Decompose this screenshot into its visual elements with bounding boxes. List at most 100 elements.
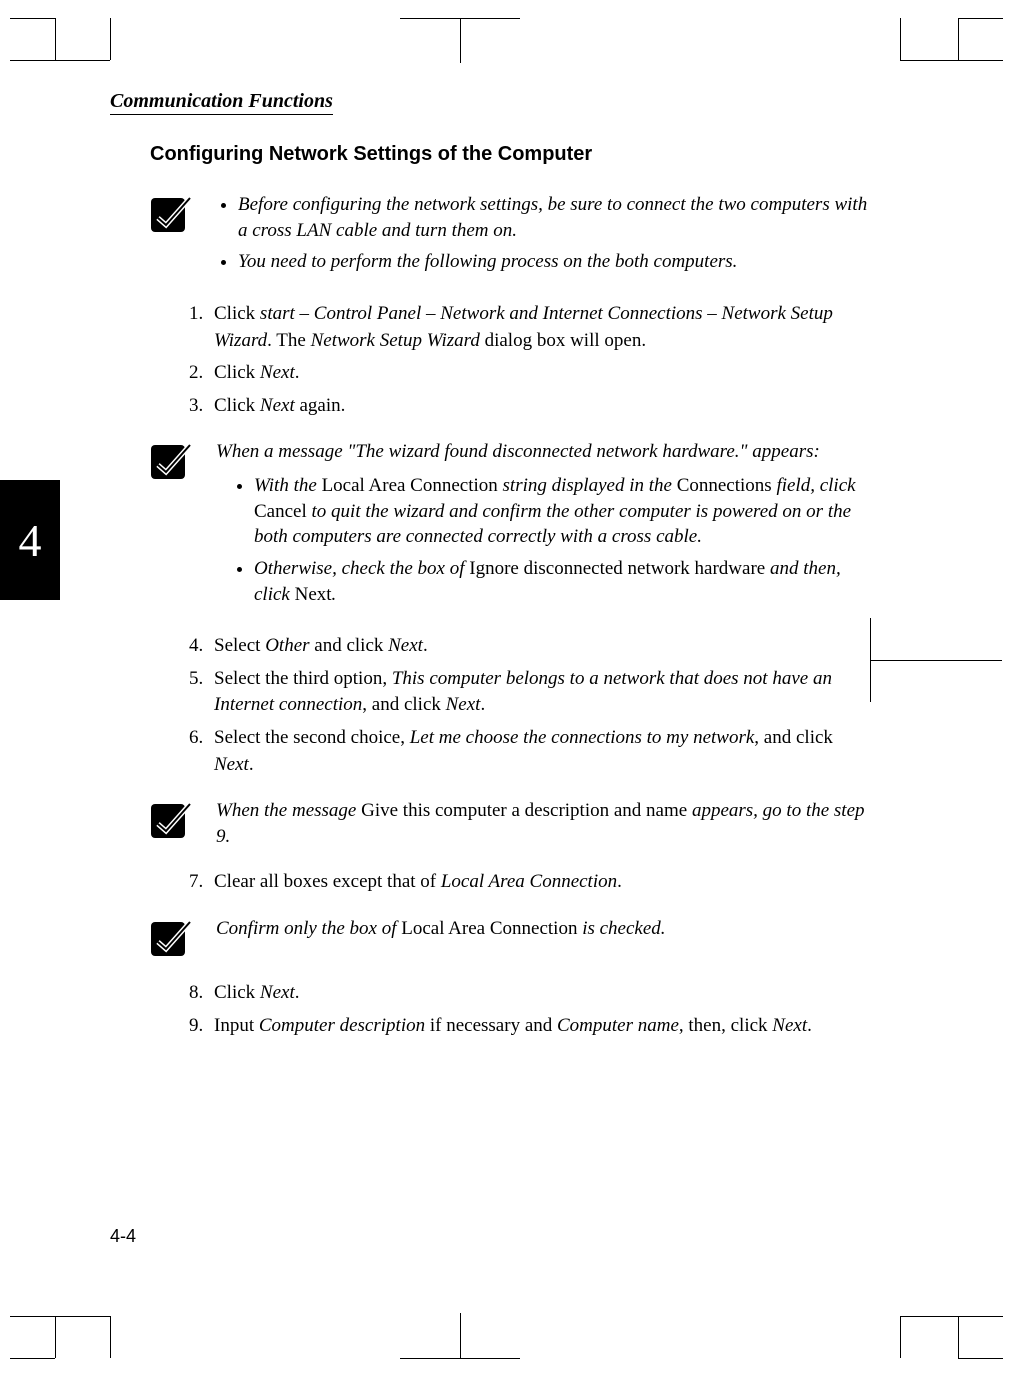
- crop-mark: [10, 1358, 55, 1359]
- crop-mark: [110, 18, 111, 60]
- note-bullet: You need to perform the following proces…: [238, 249, 870, 275]
- note-text: When a message "The wizard found disconn…: [216, 439, 870, 613]
- crop-mark: [900, 18, 901, 60]
- text-italic: Otherwise, check the box of: [254, 558, 469, 579]
- text: Click: [214, 362, 260, 383]
- check-note-icon: [150, 439, 194, 483]
- text: Click: [214, 303, 260, 324]
- chapter-tab: 4: [0, 480, 60, 600]
- crop-mark: [110, 1316, 111, 1358]
- crop-mark: [958, 1316, 959, 1358]
- note-block: When the message Give this computer a de…: [150, 798, 870, 849]
- note-block: When a message "The wizard found disconn…: [150, 439, 870, 613]
- text: Connections: [677, 475, 772, 496]
- text: .: [617, 871, 622, 892]
- text-italic: Next: [260, 982, 295, 1003]
- text-italic: Computer name: [557, 1015, 679, 1036]
- step-list: Click start – Control Panel – Network an…: [168, 301, 870, 419]
- note-text: Before configuring the network settings,…: [216, 192, 870, 281]
- text-italic: Next: [772, 1015, 807, 1036]
- text-italic: Other: [265, 635, 309, 656]
- text-italic: Next: [388, 635, 423, 656]
- crop-mark: [870, 660, 1002, 661]
- text: Ignore disconnected network hardware: [469, 558, 765, 579]
- text-italic: Next: [214, 754, 249, 775]
- crop-mark: [958, 18, 959, 60]
- note-intro: When a message "The wizard found disconn…: [216, 439, 870, 465]
- step-item: Click start – Control Panel – Network an…: [208, 301, 870, 354]
- text-italic: is checked.: [577, 918, 665, 939]
- text: and click: [310, 635, 389, 656]
- crop-mark: [10, 60, 110, 61]
- check-note-icon: [150, 916, 194, 960]
- text: , and click: [754, 727, 833, 748]
- page-number: 4-4: [110, 1226, 136, 1247]
- note-block: Before configuring the network settings,…: [150, 192, 870, 281]
- step-list: Select Other and click Next. Select the …: [168, 633, 870, 778]
- check-note-icon: [150, 798, 194, 842]
- step-item: Select Other and click Next.: [208, 633, 870, 660]
- page: 4 Communication Functions Configuring Ne…: [0, 0, 1013, 1377]
- crop-mark: [460, 18, 461, 63]
- text: Click: [214, 982, 260, 1003]
- text-italic: Next: [446, 694, 481, 715]
- text-italic: Next: [260, 395, 295, 416]
- crop-mark: [958, 18, 1003, 19]
- text: dialog box will open.: [480, 330, 646, 351]
- crop-mark: [55, 1316, 56, 1358]
- text: , and click: [362, 694, 445, 715]
- note-text: When the message Give this computer a de…: [216, 798, 870, 849]
- text-italic: to quit the wizard and confirm the other…: [254, 501, 851, 548]
- step-item: Click Next.: [208, 980, 870, 1007]
- text: Next: [295, 584, 332, 605]
- text: Click: [214, 395, 260, 416]
- text: Give this computer a description and nam…: [361, 800, 687, 821]
- step-item: Clear all boxes except that of Local Are…: [208, 869, 870, 896]
- text: .: [480, 694, 485, 715]
- text: Local Area Connection: [401, 918, 577, 939]
- crop-mark: [900, 1316, 901, 1358]
- text-italic: Confirm only the box of: [216, 918, 401, 939]
- note-bullet: Otherwise, check the box of Ignore disco…: [254, 556, 870, 607]
- step-item: Click Next.: [208, 360, 870, 387]
- step-item: Select the third option, This computer b…: [208, 666, 870, 719]
- text: Select: [214, 635, 265, 656]
- text: Select the second choice,: [214, 727, 410, 748]
- step-list: Clear all boxes except that of Local Are…: [168, 869, 870, 896]
- note-block: Confirm only the box of Local Area Conne…: [150, 916, 870, 960]
- step-item: Select the second choice, Let me choose …: [208, 725, 870, 778]
- content-area: Communication Functions Configuring Netw…: [110, 90, 870, 1059]
- text-italic: Next: [260, 362, 295, 383]
- step-item: Click Next again.: [208, 393, 870, 420]
- text-italic: When the message: [216, 800, 361, 821]
- running-header: Communication Functions: [110, 90, 333, 115]
- text: .: [807, 1015, 812, 1036]
- text: Cancel: [254, 501, 307, 522]
- note-bullet: With the Local Area Connection string di…: [254, 473, 870, 550]
- step-list: Click Next. Input Computer description i…: [168, 980, 870, 1039]
- step-item: Input Computer description if necessary …: [208, 1013, 870, 1040]
- text: , then, click: [679, 1015, 772, 1036]
- text: Select the third option,: [214, 668, 392, 689]
- text: .: [295, 362, 300, 383]
- text-italic: Let me choose the connections to my netw…: [410, 727, 755, 748]
- text-italic: string displayed in the: [498, 475, 677, 496]
- crop-mark: [958, 1358, 1003, 1359]
- note-bullet: Before configuring the network settings,…: [238, 192, 870, 243]
- text: Local Area Connection: [322, 475, 498, 496]
- text: if necessary and: [425, 1015, 557, 1036]
- text: Clear all boxes except that of: [214, 871, 441, 892]
- text-italic: Computer description: [259, 1015, 425, 1036]
- crop-mark: [10, 18, 55, 19]
- text: .: [249, 754, 254, 775]
- text: . The: [267, 330, 310, 351]
- note-text: Confirm only the box of Local Area Conne…: [216, 916, 870, 942]
- text-italic: Local Area Connection: [441, 871, 617, 892]
- crop-mark: [10, 1316, 110, 1317]
- crop-mark: [400, 1358, 520, 1359]
- text-italic: With the: [254, 475, 322, 496]
- section-title: Configuring Network Settings of the Comp…: [150, 143, 870, 166]
- text: again.: [295, 395, 346, 416]
- text-italic: Network Setup Wizard: [311, 330, 480, 351]
- text-italic: .: [332, 584, 337, 605]
